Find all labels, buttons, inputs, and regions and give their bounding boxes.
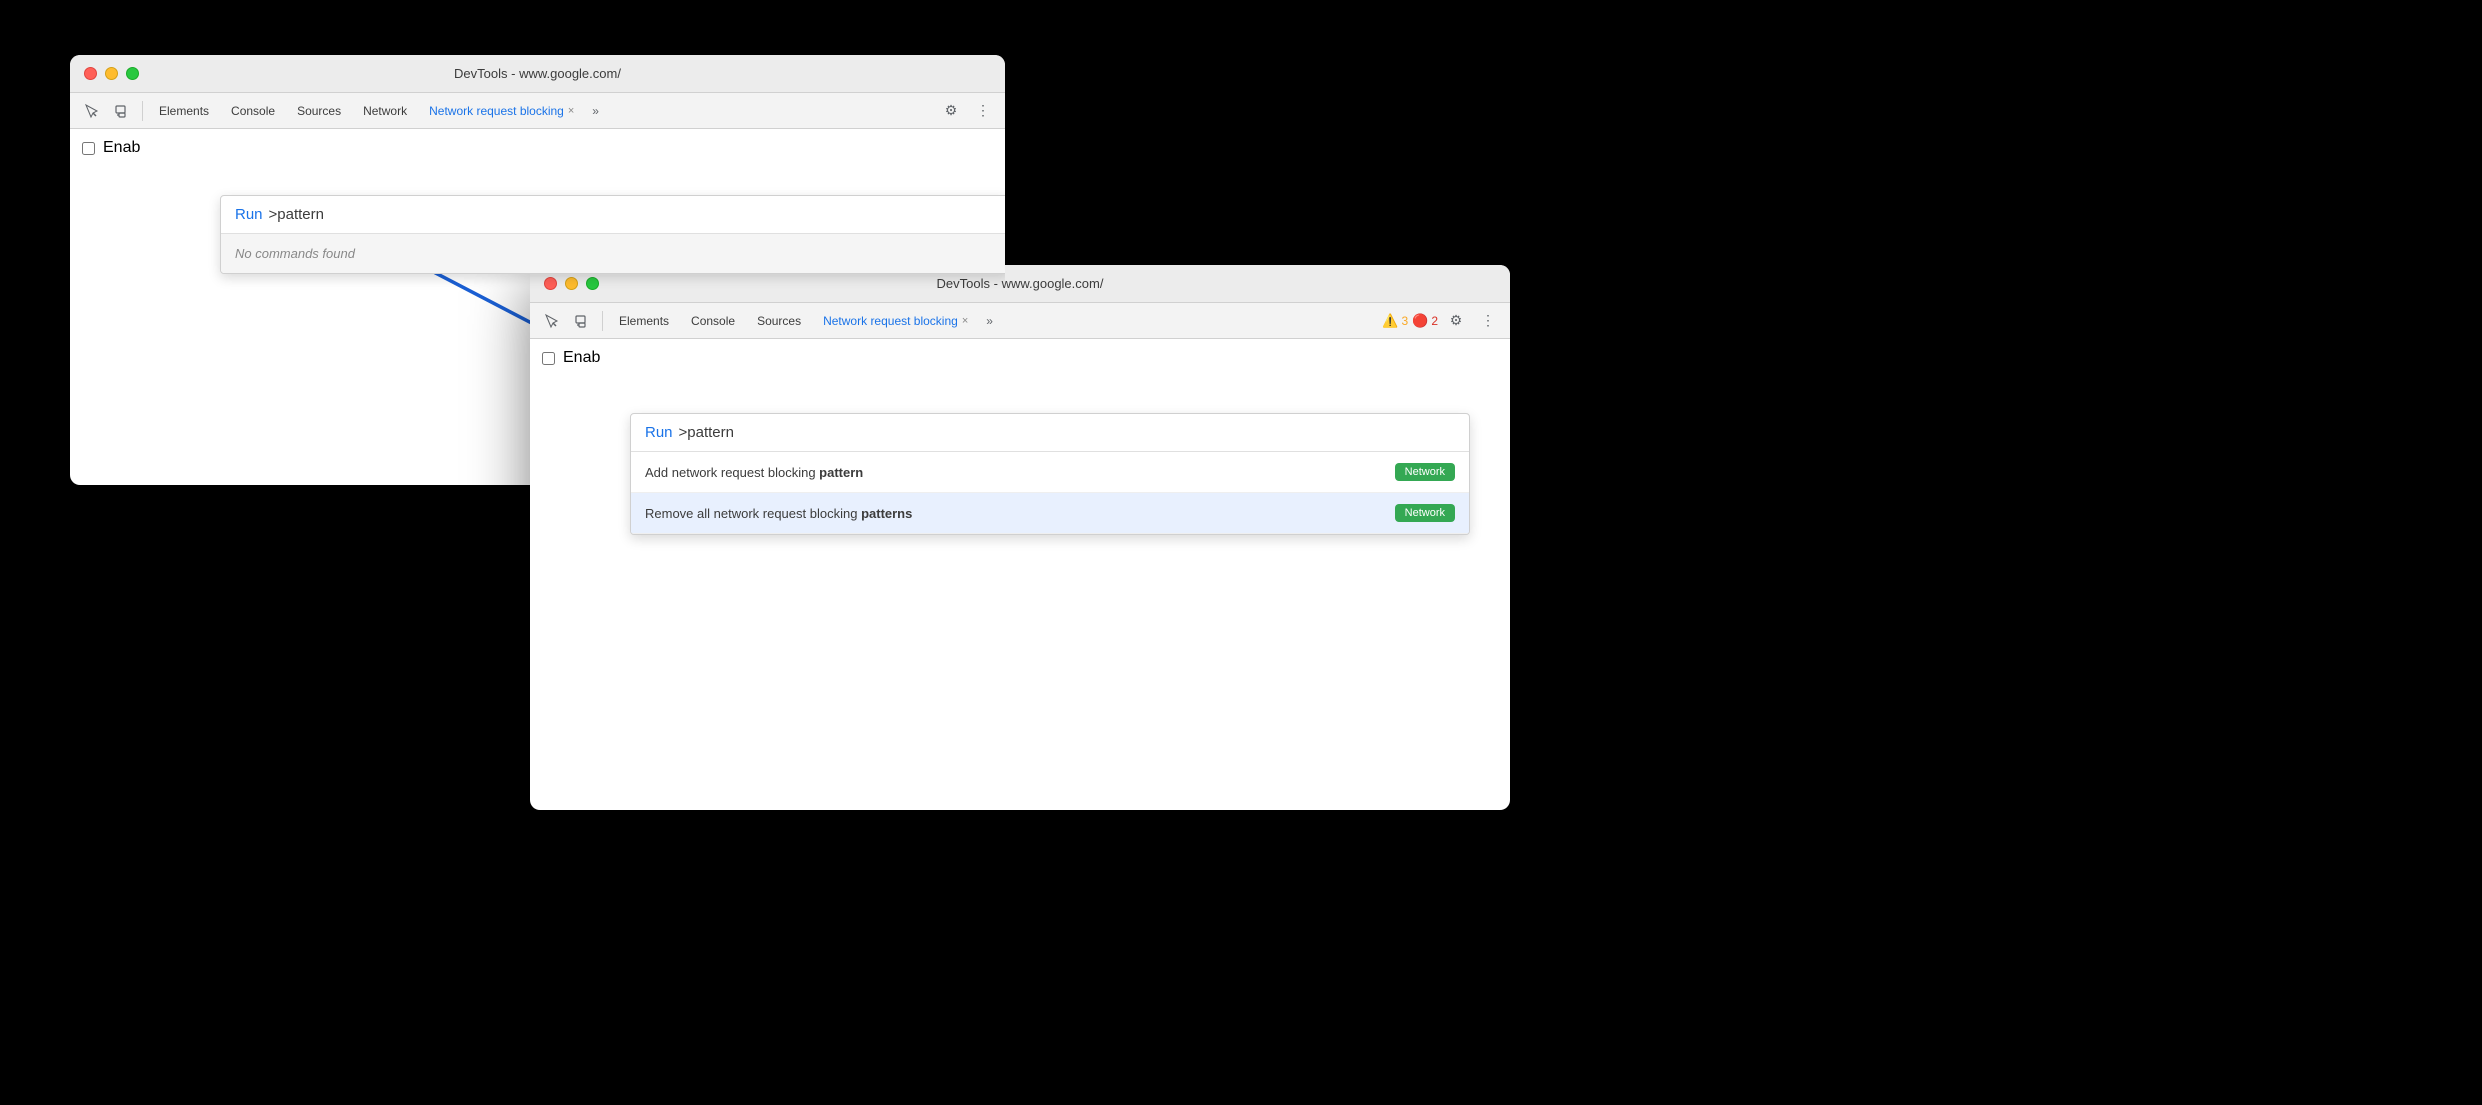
enable-checkbox-1[interactable] bbox=[82, 142, 95, 155]
tab-more-1[interactable]: » bbox=[586, 104, 605, 118]
minimize-button-2[interactable] bbox=[565, 277, 578, 290]
warning-icon-2: ⚠️ bbox=[1382, 313, 1398, 329]
device-icon-1[interactable] bbox=[108, 97, 136, 125]
network-badge-2: Network bbox=[1395, 504, 1455, 522]
command-input-row-2[interactable]: Run >pattern bbox=[631, 414, 1469, 452]
tab-network-1[interactable]: Network bbox=[353, 97, 417, 125]
window-title-2: DevTools - www.google.com/ bbox=[937, 276, 1104, 291]
content-area-2: Enab bbox=[530, 339, 1510, 377]
title-bar-1: DevTools - www.google.com/ bbox=[70, 55, 1005, 93]
input-text-2: >pattern bbox=[679, 424, 734, 441]
separator-2 bbox=[602, 311, 603, 331]
device-icon-2[interactable] bbox=[568, 307, 596, 335]
more-icon-2[interactable]: ⋮ bbox=[1474, 307, 1502, 335]
command-palette-1: Run >pattern No commands found bbox=[220, 195, 1005, 274]
more-icon-1[interactable]: ⋮ bbox=[969, 97, 997, 125]
command-item-text-1: Add network request blocking pattern bbox=[645, 465, 1383, 480]
tab-console-1[interactable]: Console bbox=[221, 97, 285, 125]
network-badge-1: Network bbox=[1395, 463, 1455, 481]
tab-elements-1[interactable]: Elements bbox=[149, 97, 219, 125]
inspect-icon-1[interactable] bbox=[78, 97, 106, 125]
tab-close-2[interactable]: × bbox=[962, 315, 968, 327]
toolbar-1: Elements Console Sources Network Network… bbox=[70, 93, 1005, 129]
maximize-button-1[interactable] bbox=[126, 67, 139, 80]
error-count-2: 2 bbox=[1431, 314, 1438, 328]
enable-label-1: Enab bbox=[103, 139, 140, 157]
inspect-icon-2[interactable] bbox=[538, 307, 566, 335]
warning-badge-2: ⚠️ 3 bbox=[1382, 313, 1408, 329]
minimize-button-1[interactable] bbox=[105, 67, 118, 80]
close-button-1[interactable] bbox=[84, 67, 97, 80]
tab-network-request-blocking-2[interactable]: Network request blocking × bbox=[813, 307, 978, 335]
tab-close-1[interactable]: × bbox=[568, 105, 574, 117]
toolbar-2: Elements Console Sources Network request… bbox=[530, 303, 1510, 339]
window-controls-2 bbox=[544, 277, 599, 290]
tab-network-request-blocking-1[interactable]: Network request blocking × bbox=[419, 97, 584, 125]
devtools-window-2: DevTools - www.google.com/ Elements Cons… bbox=[530, 265, 1510, 810]
toolbar-right-2: ⚠️ 3 🔴 2 ⚙ ⋮ bbox=[1382, 307, 1502, 335]
tab-console-2[interactable]: Console bbox=[681, 307, 745, 335]
error-icon-2: 🔴 bbox=[1412, 313, 1428, 329]
content-area-1: Enab bbox=[70, 129, 1005, 167]
tab-sources-1[interactable]: Sources bbox=[287, 97, 351, 125]
error-badge-2: 🔴 2 bbox=[1412, 313, 1438, 329]
toolbar-right-1: ⚙ ⋮ bbox=[937, 97, 997, 125]
tab-elements-2[interactable]: Elements bbox=[609, 307, 679, 335]
input-text-1: >pattern bbox=[269, 206, 324, 223]
command-palette-2: Run >pattern Add network request blockin… bbox=[630, 413, 1470, 535]
command-item-text-2: Remove all network request blocking patt… bbox=[645, 506, 1383, 521]
command-item-2[interactable]: Remove all network request blocking patt… bbox=[631, 493, 1469, 534]
enable-checkbox-2[interactable] bbox=[542, 352, 555, 365]
run-label-2: Run bbox=[645, 424, 673, 441]
settings-icon-2[interactable]: ⚙ bbox=[1442, 307, 1470, 335]
command-input-row-1[interactable]: Run >pattern bbox=[221, 196, 1005, 234]
warning-count-2: 3 bbox=[1401, 314, 1408, 328]
run-label-1: Run bbox=[235, 206, 263, 223]
enable-label-2: Enab bbox=[563, 349, 600, 367]
tab-sources-2[interactable]: Sources bbox=[747, 307, 811, 335]
no-commands-1: No commands found bbox=[221, 234, 1005, 273]
separator-1 bbox=[142, 101, 143, 121]
window-controls-1 bbox=[84, 67, 139, 80]
command-item-1[interactable]: Add network request blocking pattern Net… bbox=[631, 452, 1469, 493]
tab-more-2[interactable]: » bbox=[980, 314, 999, 328]
maximize-button-2[interactable] bbox=[586, 277, 599, 290]
window-title-1: DevTools - www.google.com/ bbox=[454, 66, 621, 81]
close-button-2[interactable] bbox=[544, 277, 557, 290]
settings-icon-1[interactable]: ⚙ bbox=[937, 97, 965, 125]
